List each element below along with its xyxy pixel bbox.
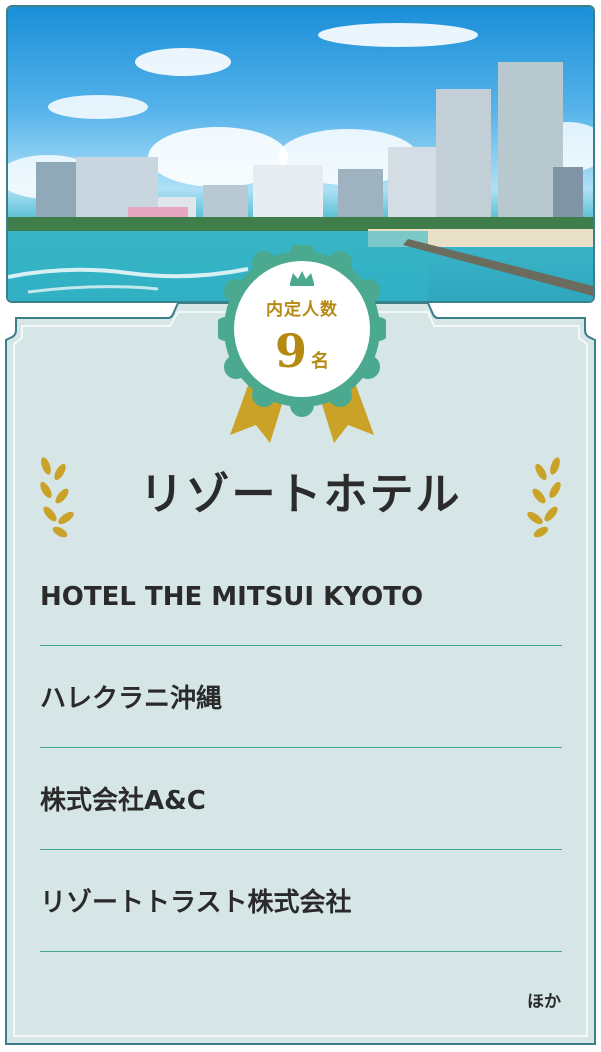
list-item: ハレクラニ沖縄 (40, 646, 562, 748)
category-title: リゾートホテル (139, 469, 462, 520)
laurel-right-icon (527, 457, 561, 538)
hire-count: 9 (274, 324, 307, 378)
list-item: 株式会社A&C (40, 748, 562, 850)
badge-label: 内定人数 (266, 300, 338, 320)
list-item: HOTEL THE MITSUI KYOTO (40, 574, 562, 646)
hire-count-unit: 名 (311, 351, 329, 372)
others-label: ほか (527, 992, 561, 1012)
laurel-left-icon (40, 457, 74, 538)
list-item: リゾートトラスト株式会社 (40, 850, 562, 952)
hire-count-badge: 内定人数 9名 (214, 241, 390, 450)
company-list: HOTEL THE MITSUI KYOTO ハレクラニ沖縄 株式会社A&C リ… (40, 574, 562, 952)
company-card: 内定人数 9名 リゾートホテル HOTEL THE MITSUI KYOTO ハ… (0, 0, 601, 1052)
